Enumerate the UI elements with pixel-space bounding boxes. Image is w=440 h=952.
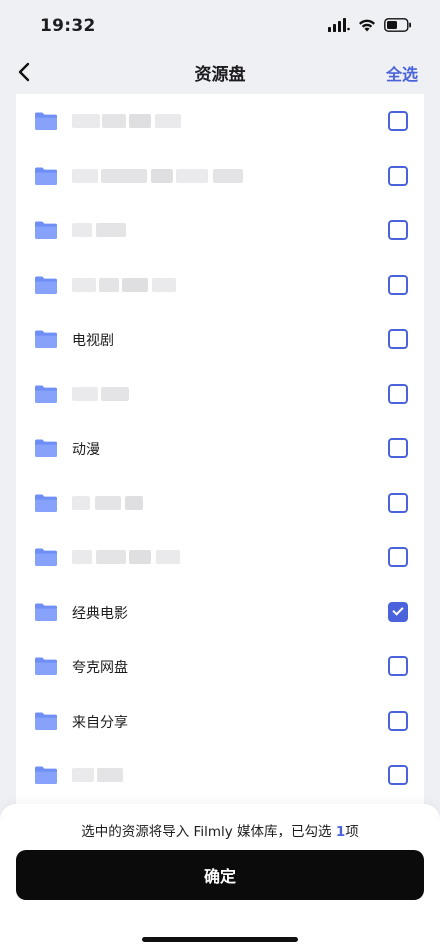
folder-icon bbox=[34, 765, 58, 785]
folder-row[interactable]: 动漫 bbox=[16, 421, 424, 476]
folder-row[interactable]: 夸克网盘 bbox=[16, 639, 424, 694]
folder-icon bbox=[34, 275, 58, 295]
signal-icon bbox=[328, 18, 350, 32]
bottom-sheet: 选中的资源将导入 Filmly 媒体库，已勾选 1项 确定 bbox=[0, 804, 440, 952]
redacted-folder-name bbox=[72, 164, 243, 188]
folder-icon bbox=[34, 384, 58, 404]
folder-row[interactable] bbox=[16, 748, 424, 803]
select-all-button[interactable]: 全选 bbox=[386, 61, 418, 85]
folder-name: 来自分享 bbox=[72, 714, 128, 731]
folder-icon bbox=[34, 329, 58, 349]
status-time: 19:32 bbox=[40, 16, 96, 36]
folder-row[interactable] bbox=[16, 149, 424, 204]
folder-row[interactable] bbox=[16, 530, 424, 585]
home-indicator bbox=[142, 937, 298, 942]
page-title: 资源盘 bbox=[194, 65, 246, 85]
folder-row[interactable]: 电视剧 bbox=[16, 312, 424, 367]
checkbox-icon[interactable] bbox=[388, 656, 408, 676]
checkbox-icon[interactable] bbox=[388, 111, 408, 131]
folder-row[interactable] bbox=[16, 367, 424, 422]
status-bar: 19:32 bbox=[0, 0, 440, 50]
nav-bar: 资源盘 全选 bbox=[0, 50, 440, 94]
folder-name: 夸克网盘 bbox=[72, 660, 128, 676]
redacted-folder-name bbox=[72, 491, 143, 515]
folder-icon bbox=[34, 602, 58, 622]
wifi-icon bbox=[359, 19, 375, 32]
folder-row[interactable] bbox=[16, 203, 424, 258]
folder-row[interactable]: 来自分享 bbox=[16, 694, 424, 749]
folder-icon bbox=[34, 166, 58, 186]
folder-list: 电视剧动漫经典电影夸克网盘来自分享 bbox=[16, 94, 424, 814]
hint-suffix: 项 bbox=[345, 824, 359, 840]
checkbox-icon[interactable] bbox=[388, 438, 408, 458]
confirm-button[interactable]: 确定 bbox=[16, 850, 424, 900]
folder-row[interactable] bbox=[16, 258, 424, 313]
folder-name: 动漫 bbox=[72, 442, 100, 458]
folder-row[interactable]: 经典电影 bbox=[16, 585, 424, 640]
checkbox-icon[interactable] bbox=[388, 165, 408, 186]
checkbox-icon[interactable] bbox=[388, 601, 408, 622]
folder-row[interactable] bbox=[16, 94, 424, 149]
redacted-folder-name bbox=[72, 273, 176, 297]
selected-count: 1 bbox=[335, 824, 346, 840]
folder-icon bbox=[34, 547, 58, 567]
checkbox-icon[interactable] bbox=[388, 383, 408, 404]
folder-icon bbox=[34, 493, 58, 513]
hint-prefix: 选中的资源将导入 Filmly 媒体库，已勾选 bbox=[81, 824, 336, 840]
checkbox-icon[interactable] bbox=[388, 710, 408, 731]
redacted-folder-name bbox=[72, 218, 126, 242]
folder-icon bbox=[34, 711, 58, 731]
battery-icon bbox=[384, 18, 411, 32]
redacted-folder-name bbox=[72, 382, 129, 406]
checkbox-icon[interactable] bbox=[388, 274, 408, 295]
status-icons bbox=[328, 18, 412, 32]
checkbox-icon[interactable] bbox=[388, 492, 408, 513]
checkbox-icon[interactable] bbox=[388, 547, 408, 567]
folder-name: 电视剧 bbox=[72, 333, 114, 349]
selection-hint: 选中的资源将导入 Filmly 媒体库，已勾选 1项 bbox=[0, 820, 440, 840]
folder-icon bbox=[34, 438, 58, 458]
checkbox-icon[interactable] bbox=[388, 765, 408, 785]
folder-icon bbox=[34, 220, 58, 240]
folder-row[interactable] bbox=[16, 476, 424, 531]
checkbox-icon[interactable] bbox=[388, 220, 408, 240]
folder-name: 经典电影 bbox=[72, 605, 128, 622]
redacted-folder-name bbox=[72, 545, 180, 569]
redacted-folder-name bbox=[72, 109, 181, 133]
redacted-folder-name bbox=[72, 763, 123, 787]
folder-icon bbox=[34, 111, 58, 131]
checkbox-icon[interactable] bbox=[388, 329, 408, 349]
folder-icon bbox=[34, 656, 58, 676]
